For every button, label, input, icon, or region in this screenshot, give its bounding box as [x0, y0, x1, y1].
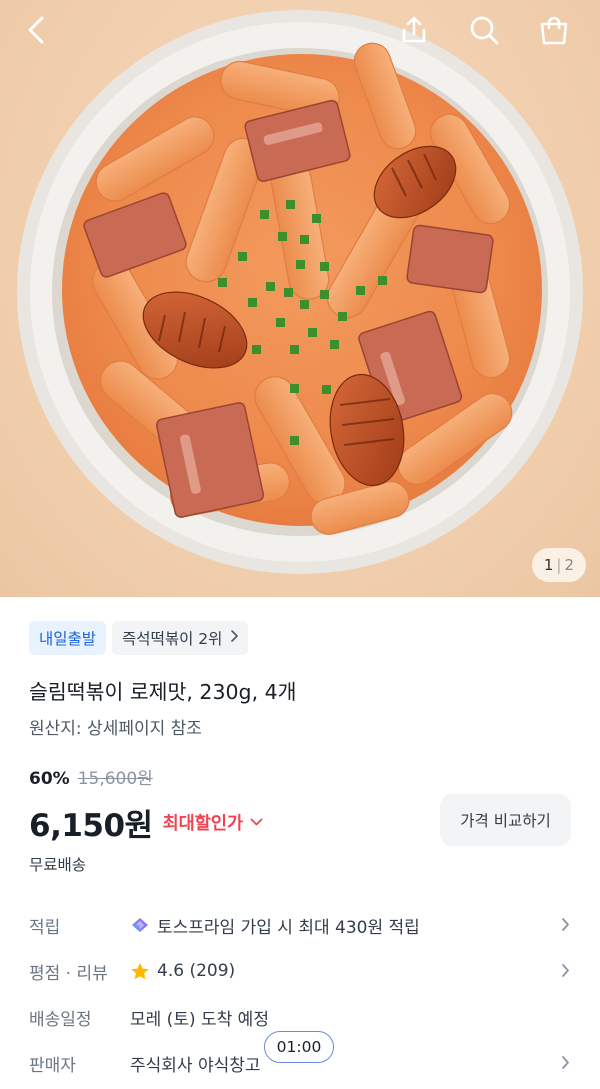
product-origin: 원산지: 상세페이지 참조: [29, 719, 202, 739]
detail-row-rating[interactable]: 평점 · 리뷰 4.6 (209): [0, 948, 600, 994]
detail-label: 평점 · 리뷰: [29, 963, 108, 984]
gallery-total: 2: [564, 556, 574, 574]
max-discount-label: 최대할인가: [162, 814, 244, 834]
discount-rate: 60%: [29, 769, 70, 789]
detail-value-text: 주식회사 야식창고: [130, 1055, 261, 1076]
gallery-current: 1: [543, 556, 554, 574]
countdown-timer[interactable]: 01:00: [264, 1031, 334, 1063]
detail-row-points[interactable]: 적립 토스프라임 가입 시 최대 430원 적립: [0, 902, 600, 948]
compare-price-label: 가격 비교하기: [460, 812, 551, 830]
delivery-badge: 내일출발: [29, 621, 107, 655]
detail-label: 배송일정: [29, 1009, 92, 1030]
back-icon[interactable]: [14, 8, 58, 52]
detail-value-text: 토스프라임 가입 시 최대 430원 적립: [157, 917, 420, 938]
chevron-right-icon: [561, 917, 570, 936]
badge-row: 내일출발 즉석떡볶이 2위: [29, 621, 249, 655]
detail-value: 모레 (토) 도착 예정: [130, 1005, 269, 1030]
delivery-badge-label: 내일출발: [39, 630, 97, 648]
gallery-pager: 1 | 2: [531, 548, 586, 582]
detail-value: 주식회사 야식창고: [130, 1051, 261, 1076]
star-icon: [130, 962, 150, 981]
sale-price: 6,150원: [29, 808, 153, 844]
detail-value: 토스프라임 가입 시 최대 430원 적립: [130, 913, 420, 938]
chevron-right-icon: [230, 630, 239, 646]
chevron-down-icon: [250, 818, 263, 826]
share-icon[interactable]: [392, 8, 436, 52]
timer-text: 01:00: [276, 1038, 322, 1056]
detail-value: 4.6 (209): [130, 961, 235, 981]
ranking-badge-label: 즉석떡볶이 2위: [122, 630, 223, 648]
prime-icon: [130, 916, 150, 934]
shopping-bag-icon[interactable]: [532, 8, 576, 52]
top-bar: [0, 0, 600, 60]
ranking-badge[interactable]: 즉석떡볶이 2위: [112, 621, 249, 655]
gallery-separator: |: [556, 556, 562, 574]
compare-price-button[interactable]: 가격 비교하기: [440, 794, 571, 846]
shipping-info: 무료배송: [29, 856, 87, 874]
detail-value-text: 모레 (토) 도착 예정: [130, 1009, 269, 1030]
detail-value-text: 4.6 (209): [157, 961, 236, 981]
price-row: 6,150원 최대할인가: [29, 800, 263, 845]
product-title: 슬림떡볶이 로제맛, 230g, 4개: [29, 680, 297, 704]
discount-row: 60% 15,600원: [29, 764, 153, 789]
search-icon[interactable]: [462, 8, 506, 52]
chevron-right-icon: [561, 1055, 570, 1074]
detail-label: 판매자: [29, 1055, 76, 1076]
max-discount-toggle[interactable]: 최대할인가: [163, 810, 264, 835]
chevron-right-icon: [561, 963, 570, 982]
product-info: 내일출발 즉석떡볶이 2위 슬림떡볶이 로제맛, 230g, 4개 원산지: 상…: [0, 597, 600, 1089]
detail-label: 적립: [29, 917, 61, 938]
tteokbokki-photo: [17, 10, 583, 574]
product-image[interactable]: [0, 0, 600, 597]
original-price: 15,600원: [77, 769, 153, 789]
